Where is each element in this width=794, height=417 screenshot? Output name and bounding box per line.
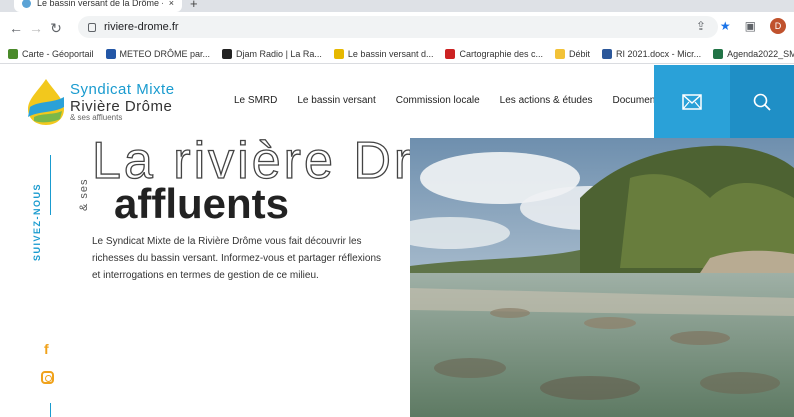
bookmark-label: Agenda2022_SMRD...	[727, 48, 794, 59]
tab-title: Le bassin versant de la Drôme -	[37, 0, 163, 8]
bookmark-label: Le bassin versant d...	[347, 48, 434, 59]
browser-tab-strip: Le bassin versant de la Drôme - × +	[0, 0, 794, 12]
bookmark-favicon-icon	[8, 48, 18, 59]
bookmark-favicon-icon	[105, 48, 116, 59]
lock-icon	[88, 22, 96, 32]
facebook-icon[interactable]: f	[44, 341, 49, 357]
follow-us-label: SUIVEZ-NOUS	[32, 182, 42, 261]
profile-avatar[interactable]: D	[770, 18, 786, 34]
bookmarks-bar: Carte - Géoportail METEO DRÔME par... Djam…	[0, 44, 794, 64]
menu-item-actions-etudes[interactable]: Les actions & études	[500, 95, 593, 106]
bookmark-label: Cartographie des c...	[459, 48, 544, 59]
tab-close-icon[interactable]: ×	[169, 0, 174, 8]
bookmark-favicon-icon	[602, 48, 613, 59]
bookmark-favicon-icon	[333, 48, 344, 59]
bookmark-item[interactable]: Débit	[555, 48, 591, 59]
share-icon[interactable]: ⇪	[696, 19, 706, 33]
bookmark-label: Débit	[569, 48, 591, 59]
bookmark-item[interactable]: METEO DRÔME par...	[105, 48, 211, 59]
bookmark-star-icon[interactable]: ★	[720, 19, 731, 33]
side-panel-icon[interactable]: ▣	[745, 19, 756, 33]
forward-icon[interactable]: →	[26, 20, 46, 36]
bookmark-item[interactable]: Carte - Géoportail	[8, 48, 94, 59]
search-button[interactable]	[730, 65, 794, 139]
contact-button[interactable]	[654, 65, 730, 139]
bookmark-item[interactable]: Le bassin versant d...	[333, 48, 434, 59]
hero-description: Le Syndicat Mixte de la Rivière Drôme vo…	[92, 236, 382, 281]
logo-title[interactable]: Syndicat Mixte	[70, 81, 175, 98]
menu-item-smrd[interactable]: Le SMRD	[234, 95, 277, 106]
logo-tagline: & ses affluents	[70, 113, 123, 122]
hero-ses-label: & ses	[78, 178, 90, 211]
bookmark-item[interactable]: Djam Radio | La Ra...	[222, 48, 322, 59]
social-divider-bottom	[50, 403, 51, 417]
search-icon	[753, 93, 771, 111]
bookmark-favicon-icon	[222, 48, 233, 59]
instagram-icon[interactable]	[41, 371, 54, 384]
new-tab-button[interactable]: +	[190, 0, 198, 11]
browser-tab[interactable]: Le bassin versant de la Drôme - ×	[14, 0, 182, 12]
browser-toolbar: ← → ↻ riviere-drome.fr ⇪ ★ ▣ D	[0, 12, 794, 44]
address-bar[interactable]: riviere-drome.fr	[78, 16, 718, 38]
hero-affluents: affluents	[114, 180, 290, 227]
back-icon[interactable]: ←	[6, 20, 26, 36]
mail-icon	[682, 94, 702, 110]
bookmark-item[interactable]: Agenda2022_SMRD...	[713, 48, 794, 59]
bookmark-label: Carte - Géoportail	[22, 48, 94, 59]
river-photo	[410, 138, 794, 417]
bookmark-item[interactable]: RI 2021.docx - Micr...	[602, 48, 702, 59]
site-favicon	[22, 0, 31, 8]
bookmark-favicon-icon	[445, 48, 456, 59]
bookmark-favicon-icon	[713, 48, 724, 59]
social-divider-top	[50, 155, 51, 215]
bookmark-label: METEO DRÔME par...	[119, 48, 211, 59]
reload-icon[interactable]: ↻	[46, 20, 66, 37]
website: Syndicat Mixte Rivière Drôme & ses afflu…	[0, 65, 794, 417]
main-menu: Le SMRD Le bassin versant Commission loc…	[234, 95, 700, 106]
bookmark-label: Djam Radio | La Ra...	[236, 48, 322, 59]
bookmark-item[interactable]: Cartographie des c...	[445, 48, 544, 59]
logo-drop-icon[interactable]	[24, 77, 68, 127]
bookmark-favicon-icon	[555, 48, 566, 59]
menu-item-bassin-versant[interactable]: Le bassin versant	[297, 95, 375, 106]
menu-item-commission-locale[interactable]: Commission locale	[396, 95, 480, 106]
bookmark-label: RI 2021.docx - Micr...	[616, 48, 702, 59]
url-text: riviere-drome.fr	[104, 21, 179, 33]
